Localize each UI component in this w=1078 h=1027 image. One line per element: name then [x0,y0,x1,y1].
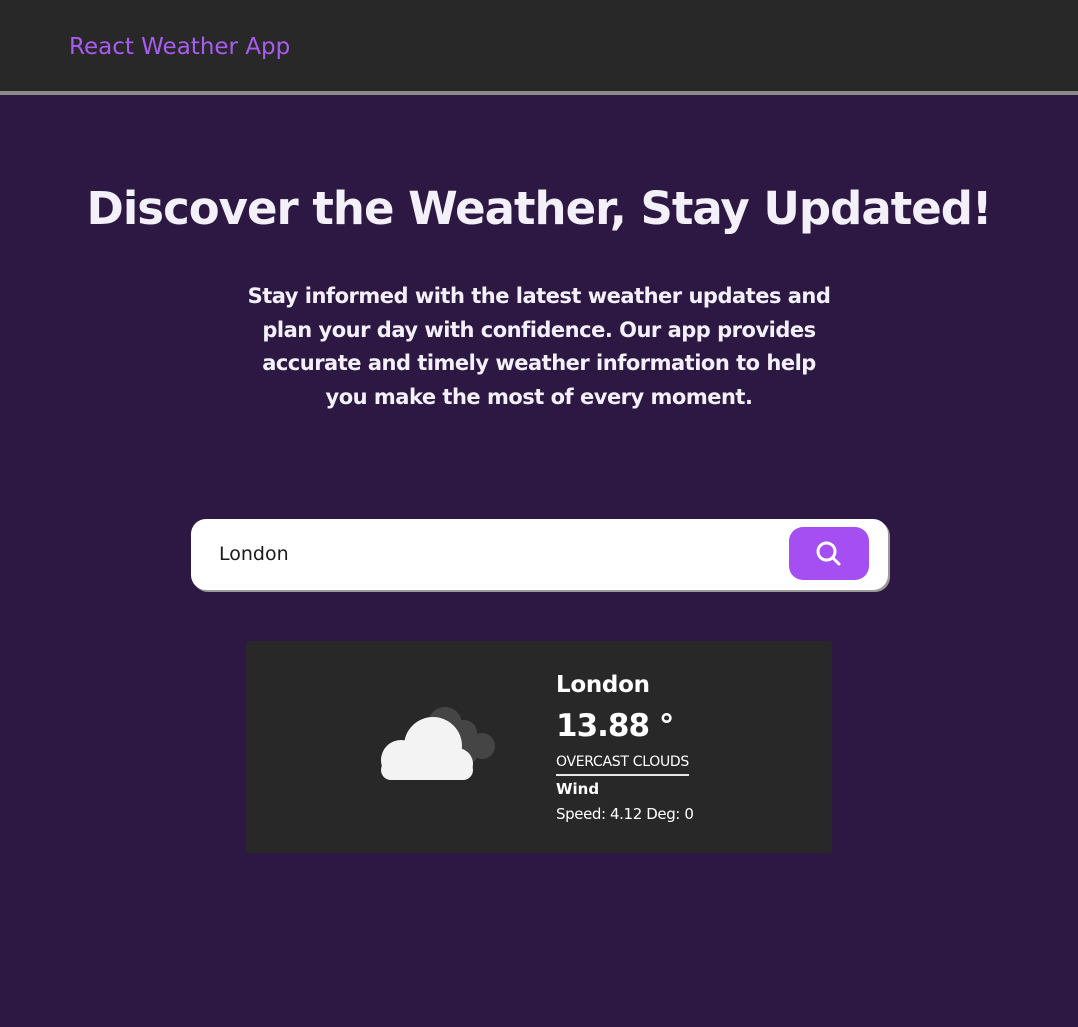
search-input[interactable] [219,537,759,571]
wind-label: Wind [556,780,600,798]
brand-link[interactable]: React Weather App [69,31,290,63]
temperature: 13.88 ° [556,708,674,744]
page-subtitle: Stay informed with the latest weather up… [247,284,831,409]
wind-details: Speed: 4.12 Deg: 0 [556,805,694,823]
search-bar [191,519,888,590]
page-title: Discover the Weather, Stay Updated! [86,182,993,235]
search-icon [816,541,841,566]
weather-card: London 13.88 ° OVERCAST CLOUDS Wind Spee… [246,641,832,853]
search-button[interactable] [789,527,869,580]
overcast-clouds-icon [381,707,495,780]
navbar: React Weather App [0,0,1078,95]
city-name: London [556,672,650,698]
weather-condition: OVERCAST CLOUDS [556,752,689,776]
